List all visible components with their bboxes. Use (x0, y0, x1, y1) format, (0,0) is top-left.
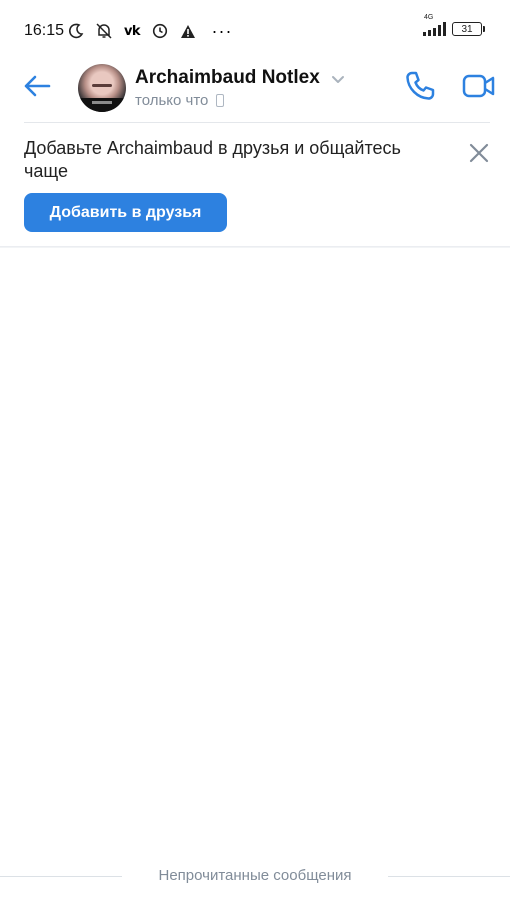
video-call-button[interactable] (462, 71, 496, 101)
avatar[interactable] (78, 64, 126, 112)
close-icon (469, 143, 489, 163)
avatar-face (92, 84, 112, 87)
status-time: 16:15 (24, 22, 65, 39)
contact-status: только что (135, 92, 225, 109)
chat-header: Archaimbaud Notlex только что (0, 62, 510, 120)
signal-icon: 4G (423, 14, 446, 36)
avatar-shirt (78, 98, 126, 112)
close-suggestion-button[interactable] (468, 142, 490, 164)
unread-messages-label: Непрочитанные сообщения (158, 867, 352, 884)
status-bar: 16:15 vk ··· 4G 31 (0, 0, 510, 62)
alarm-icon (150, 21, 170, 41)
bell-off-icon (94, 21, 114, 41)
warning-icon (178, 21, 198, 41)
call-button[interactable] (403, 69, 437, 103)
separator-line-left (0, 876, 122, 877)
phone-icon (406, 71, 435, 100)
status-notification-icons: vk ··· (66, 20, 232, 42)
separator-line-right (388, 876, 510, 877)
video-camera-icon (462, 74, 495, 98)
chevron-down-icon[interactable] (330, 72, 346, 86)
contact-name[interactable]: Archaimbaud Notlex (135, 67, 320, 89)
mobile-device-icon (216, 94, 225, 107)
vk-icon: vk (123, 23, 141, 39)
more-notifications-icon: ··· (211, 21, 233, 41)
unread-messages-separator: Непрочитанные сообщения (0, 866, 510, 888)
network-type-label: 4G (424, 14, 434, 21)
back-button[interactable] (22, 72, 52, 100)
header-divider (24, 122, 490, 123)
status-system-icons: 4G 31 (423, 14, 485, 36)
suggestion-divider (0, 246, 510, 248)
battery-level: 31 (461, 23, 473, 35)
last-seen-text: только что (135, 92, 209, 109)
back-arrow-icon (24, 75, 51, 97)
battery-icon: 31 (452, 22, 485, 36)
add-friend-button[interactable]: Добавить в друзья (24, 193, 227, 232)
friend-suggestion-text: Добавьте Archaimbaud в друзья и общайтес… (24, 138, 401, 181)
moon-icon (66, 21, 86, 41)
